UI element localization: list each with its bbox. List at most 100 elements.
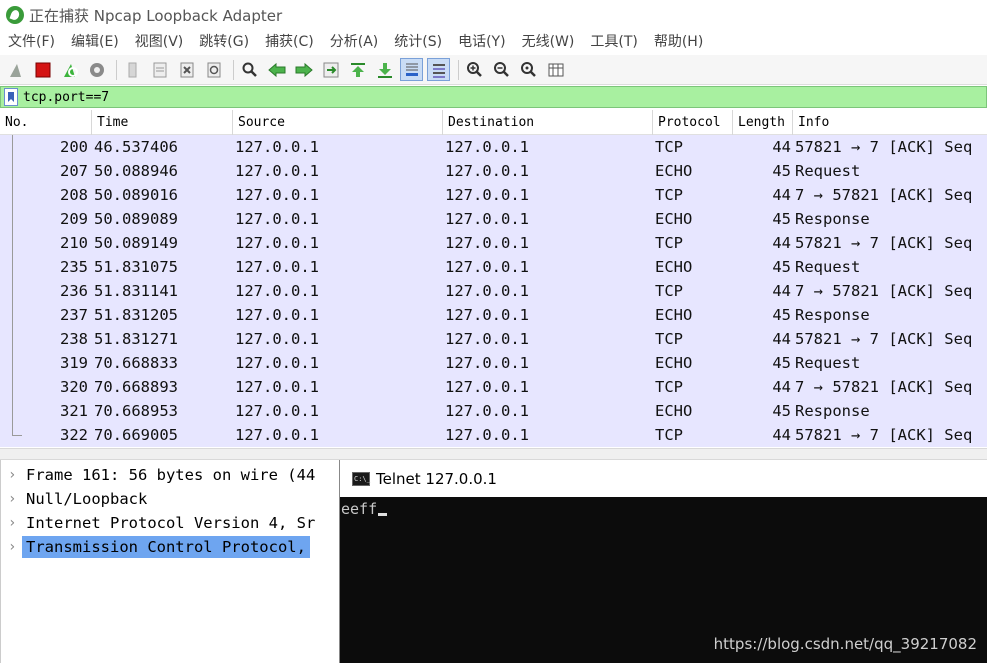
table-row[interactable]: 238 51.831271 127.0.0.1 127.0.0.1 TCP 44 57821… [0,327,987,351]
table-row[interactable]: 321 70.668953 127.0.0.1 127.0.0.1 ECHO 45 Resp… [0,399,987,423]
cell-no: 319 [60,354,88,372]
cell-length: 44 [772,234,791,252]
cell-info: Response [795,306,870,324]
cell-protocol: TCP [655,378,683,396]
restart-icon[interactable] [58,58,81,81]
chevron-right-icon[interactable]: › [8,491,22,507]
column-header-time[interactable]: Time [92,110,233,135]
menu-item[interactable]: 视图(V) [127,30,192,55]
chevron-right-icon[interactable]: › [8,539,22,555]
table-row[interactable]: 235 51.831075 127.0.0.1 127.0.0.1 ECHO 45 Requ… [0,255,987,279]
pane-splitter[interactable] [0,448,987,460]
cell-protocol: ECHO [655,162,693,180]
packet-rows: 200 46.537406 127.0.0.1 127.0.0.1 TCP 44 57821… [0,135,987,447]
display-filter-input[interactable] [23,89,923,105]
conversation-bracket [12,399,13,423]
zoom-reset-icon[interactable] [517,58,540,81]
table-row[interactable]: 207 50.088946 127.0.0.1 127.0.0.1 ECHO 45 Requ… [0,159,987,183]
options-gear-icon[interactable] [85,58,108,81]
resize-columns-icon[interactable] [544,58,567,81]
cell-info: Response [795,210,870,228]
open-file-icon[interactable] [121,58,144,81]
telnet-title-bar[interactable]: C:\_ Telnet 127.0.0.1 [340,460,987,497]
cell-destination: 127.0.0.1 [445,186,529,204]
column-header-no[interactable]: No. [0,110,92,135]
cell-source: 127.0.0.1 [235,378,319,396]
table-row[interactable]: 210 50.089149 127.0.0.1 127.0.0.1 TCP 44 57821… [0,231,987,255]
save-file-icon[interactable] [148,58,171,81]
stop-icon[interactable] [31,58,54,81]
menu-item[interactable]: 编辑(E) [63,30,127,55]
cell-destination: 127.0.0.1 [445,402,529,420]
cell-destination: 127.0.0.1 [445,306,529,324]
cell-length: 45 [772,402,791,420]
table-row[interactable]: 237 51.831205 127.0.0.1 127.0.0.1 ECHO 45 Resp… [0,303,987,327]
column-header-source[interactable]: Source [233,110,443,135]
cell-time: 50.089149 [94,234,178,252]
cell-time: 46.537406 [94,138,178,156]
search-icon[interactable] [238,58,261,81]
cell-time: 70.668893 [94,378,178,396]
goto-packet-icon[interactable] [319,58,342,81]
menu-item[interactable]: 工具(T) [582,30,645,55]
column-header-protocol[interactable]: Protocol [653,110,733,135]
cell-destination: 127.0.0.1 [445,162,529,180]
detail-tree-item[interactable]: › Null/Loopback [1,487,151,511]
column-header-info[interactable]: Info [793,110,987,135]
cell-destination: 127.0.0.1 [445,234,529,252]
first-packet-icon[interactable] [346,58,369,81]
cell-destination: 127.0.0.1 [445,354,529,372]
terminal-text: eeff [341,500,378,518]
close-file-icon[interactable] [175,58,198,81]
table-row[interactable]: 319 70.668833 127.0.0.1 127.0.0.1 ECHO 45 Requ… [0,351,987,375]
back-arrow-icon[interactable] [265,58,288,81]
cell-info: Request [795,258,861,276]
column-header-length[interactable]: Length [733,110,793,135]
cell-destination: 127.0.0.1 [445,330,529,348]
menu-item[interactable]: 帮助(H) [646,30,711,55]
autoscroll-icon[interactable] [400,58,423,81]
detail-tree-item[interactable]: › Frame 161: 56 bytes on wire (44 [1,463,319,487]
cell-info: 57821 → 7 [ACK] Seq [795,426,973,444]
table-row[interactable]: 208 50.089016 127.0.0.1 127.0.0.1 TCP 44 7 → 5… [0,183,987,207]
cell-no: 321 [60,402,88,420]
table-row[interactable]: 209 50.089089 127.0.0.1 127.0.0.1 ECHO 45 Resp… [0,207,987,231]
menu-item[interactable]: 跳转(G) [191,30,257,55]
reload-icon[interactable] [202,58,225,81]
table-row[interactable]: 322 70.669005 127.0.0.1 127.0.0.1 TCP 44 57821… [0,423,987,447]
zoom-out-icon[interactable] [490,58,513,81]
table-row[interactable]: 200 46.537406 127.0.0.1 127.0.0.1 TCP 44 57821… [0,135,987,159]
cell-protocol: TCP [655,330,683,348]
conversation-bracket [12,183,13,207]
cell-time: 51.831271 [94,330,178,348]
forward-arrow-icon[interactable] [292,58,315,81]
detail-tree-item[interactable]: › Internet Protocol Version 4, Sr [1,511,319,535]
chevron-right-icon[interactable]: › [8,515,22,531]
last-packet-icon[interactable] [373,58,396,81]
conversation-bracket [12,231,13,255]
detail-tree-item[interactable]: › Transmission Control Protocol, [1,535,310,559]
cell-source: 127.0.0.1 [235,162,319,180]
cell-info: 7 → 57821 [ACK] Seq [795,378,973,396]
toolbar-separator [233,59,234,80]
menu-item[interactable]: 统计(S) [386,30,450,55]
telnet-window[interactable]: C:\_ Telnet 127.0.0.1 eeff [339,460,987,663]
menu-item[interactable]: 分析(A) [322,30,387,55]
menu-item[interactable]: 捕获(C) [257,30,322,55]
shark-fin-icon[interactable] [4,58,27,81]
menu-item[interactable]: 文件(F) [0,30,63,55]
cell-source: 127.0.0.1 [235,330,319,348]
table-row[interactable]: 320 70.668893 127.0.0.1 127.0.0.1 TCP 44 7 → 5… [0,375,987,399]
menu-item[interactable]: 电话(Y) [450,30,513,55]
zoom-in-icon[interactable] [463,58,486,81]
filter-bookmark-icon[interactable] [4,88,18,106]
cell-length: 45 [772,258,791,276]
column-header-destination[interactable]: Destination [443,110,653,135]
cell-info: Request [795,162,861,180]
console-icon: C:\_ [352,471,371,486]
colorize-icon[interactable] [427,58,450,81]
table-row[interactable]: 236 51.831141 127.0.0.1 127.0.0.1 TCP 44 7 → 5… [0,279,987,303]
cell-destination: 127.0.0.1 [445,378,529,396]
chevron-right-icon[interactable]: › [8,467,22,483]
menu-item[interactable]: 无线(W) [514,30,583,55]
